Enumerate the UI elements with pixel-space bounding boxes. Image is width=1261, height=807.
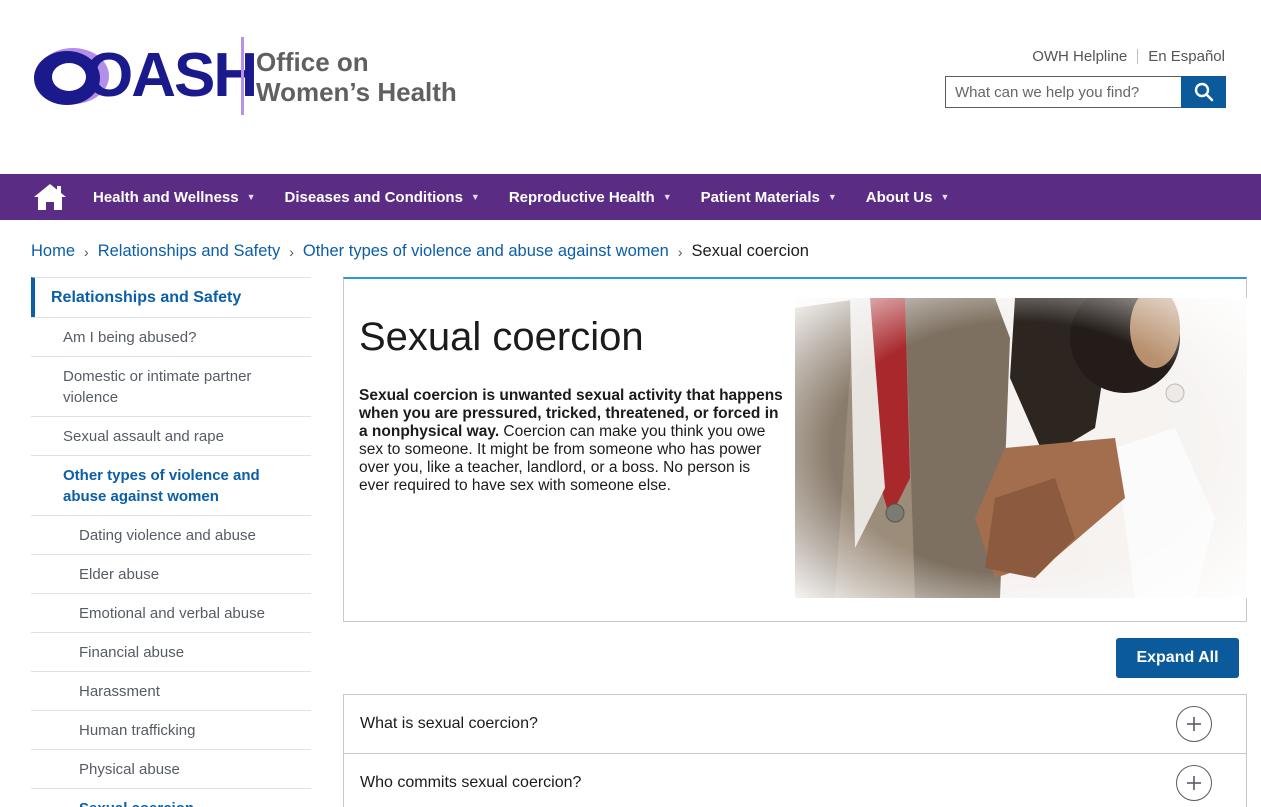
chevron-down-icon: ▼: [940, 192, 950, 202]
office-line-1: Office on: [256, 47, 369, 77]
nav-patient-materials[interactable]: Patient Materials ▼: [701, 174, 837, 220]
breadcrumb-chevron-icon: ›: [677, 243, 683, 260]
breadcrumb-chevron-icon: ›: [84, 243, 89, 260]
page-title: Sexual coercion: [359, 315, 644, 359]
sidebar-subitem-emotional-abuse[interactable]: Emotional and verbal abuse: [31, 593, 311, 632]
oash-logo[interactable]: OASH: [33, 38, 258, 114]
hero-image: [795, 298, 1247, 598]
accordion-item-label: Who commits sexual coercion?: [360, 774, 582, 791]
chevron-down-icon: ▼: [662, 192, 672, 202]
intro-card: Sexual coercion Sexual coercion is unwan…: [343, 277, 1247, 622]
breadcrumb-current: Sexual coercion: [691, 242, 809, 260]
sidebar-item-am-i-being-abused[interactable]: Am I being abused?: [31, 317, 311, 356]
home-icon: [34, 184, 66, 210]
search-input[interactable]: [945, 76, 1181, 108]
breadcrumb-chevron-icon: ›: [289, 243, 294, 260]
office-name[interactable]: Office on Women’s Health: [256, 47, 457, 107]
sidebar-subitem-dating-violence[interactable]: Dating violence and abuse: [31, 515, 311, 554]
sidebar-subitem-financial-abuse[interactable]: Financial abuse: [31, 632, 311, 671]
sidebar-subitem-physical-abuse[interactable]: Physical abuse: [31, 749, 311, 788]
main-nav: Health and Wellness ▼ Diseases and Condit…: [0, 174, 1261, 220]
faq-accordion: What is sexual coercion? Who commits sex…: [343, 694, 1247, 807]
home-button[interactable]: [26, 174, 74, 220]
sidebar-subitem-elder-abuse[interactable]: Elder abuse: [31, 554, 311, 593]
accordion-item[interactable]: What is sexual coercion?: [343, 694, 1247, 753]
breadcrumb-relationships[interactable]: Relationships and Safety: [98, 242, 281, 261]
espanol-link[interactable]: En Español: [1148, 48, 1225, 65]
chevron-down-icon: ▼: [470, 192, 480, 202]
sidebar-subitem-human-trafficking[interactable]: Human trafficking: [31, 710, 311, 749]
sidebar-item-other-types[interactable]: Other types of violence and abuse agains…: [31, 455, 311, 515]
utility-links: OWH Helpline En Español: [1032, 48, 1225, 65]
breadcrumb: Home › Relationships and Safety › Other …: [31, 242, 809, 261]
expand-all-button[interactable]: Expand All: [1116, 638, 1239, 678]
nav-label: Diseases and Conditions: [284, 188, 463, 206]
chevron-down-icon: ▼: [827, 192, 837, 202]
search-icon: [1194, 82, 1213, 102]
owh-helpline-link[interactable]: OWH Helpline: [1032, 48, 1127, 65]
accordion-item-label: What is sexual coercion?: [360, 715, 538, 732]
sidebar-nav: Relationships and Safety Am I being abus…: [31, 277, 311, 807]
logo-mark: OASH: [33, 38, 258, 114]
intro-text: Sexual coercion is unwanted sexual activ…: [359, 387, 784, 495]
logo-text: OASH: [85, 41, 258, 110]
nav-health-and-wellness[interactable]: Health and Wellness ▼: [93, 174, 256, 220]
breadcrumb-home[interactable]: Home: [31, 242, 75, 261]
office-line-2: Women’s Health: [256, 77, 457, 107]
accordion-item[interactable]: Who commits sexual coercion?: [343, 753, 1247, 807]
utility-divider: [1137, 49, 1139, 64]
sidebar-subitem-harassment[interactable]: Harassment: [31, 671, 311, 710]
sidebar-heading[interactable]: Relationships and Safety: [31, 277, 311, 317]
plus-icon[interactable]: [1176, 765, 1212, 801]
nav-label: Health and Wellness: [93, 188, 239, 206]
sidebar-item-sexual-assault[interactable]: Sexual assault and rape: [31, 416, 311, 455]
site-header: OASH Office on Women’s Health OWH Helpli…: [0, 0, 1261, 174]
sidebar-subitem-sexual-coercion[interactable]: Sexual coercion: [31, 788, 311, 807]
search-button[interactable]: [1181, 76, 1226, 108]
nav-diseases-and-conditions[interactable]: Diseases and Conditions ▼: [285, 174, 480, 220]
nav-label: About Us: [865, 188, 933, 206]
nav-label: Reproductive Health: [508, 188, 655, 206]
hero-illustration: [795, 298, 1247, 598]
chevron-down-icon: ▼: [246, 192, 256, 202]
breadcrumb-other-types[interactable]: Other types of violence and abuse agains…: [303, 242, 669, 261]
logo-divider: [241, 37, 244, 115]
nav-about-us[interactable]: About Us ▼: [866, 174, 950, 220]
plus-icon[interactable]: [1176, 706, 1212, 742]
nav-label: Patient Materials: [700, 188, 820, 206]
nav-reproductive-health[interactable]: Reproductive Health ▼: [509, 174, 672, 220]
sidebar-item-domestic-violence[interactable]: Domestic or intimate partner violence: [31, 356, 311, 416]
search-form: [945, 76, 1226, 108]
